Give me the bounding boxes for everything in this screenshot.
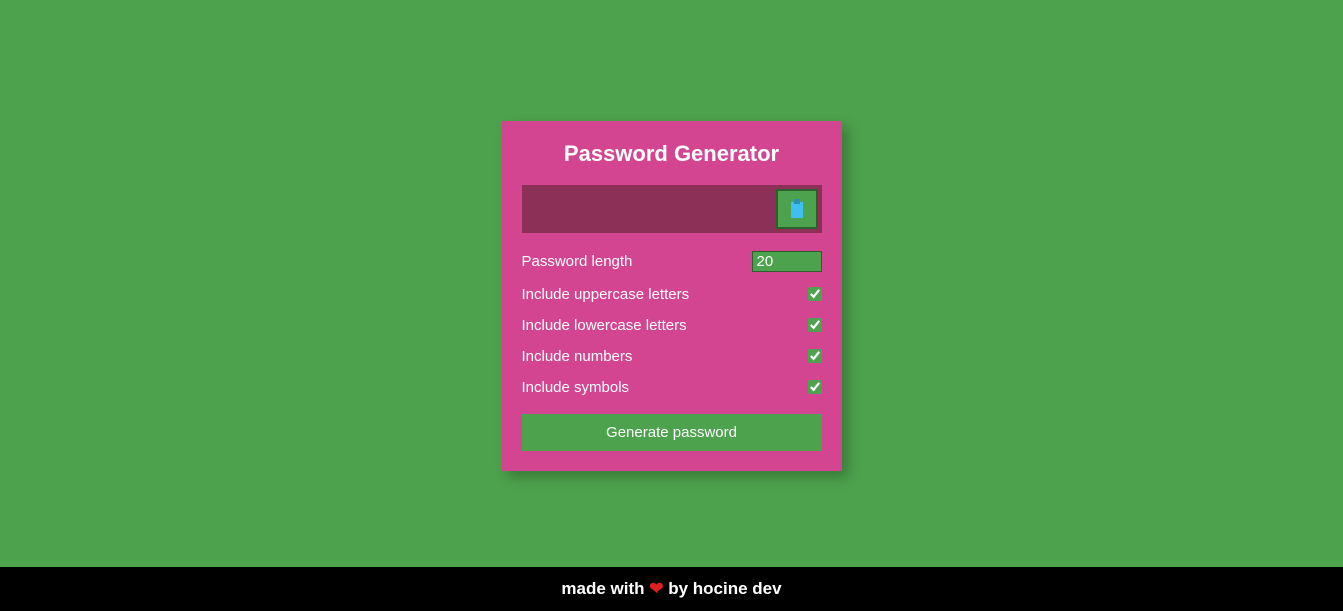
footer-suffix: by hocine dev (664, 579, 782, 598)
copy-button[interactable] (776, 189, 818, 229)
lowercase-checkbox[interactable] (808, 318, 822, 332)
page-title: Password Generator (522, 141, 822, 167)
numbers-label: Include numbers (522, 348, 633, 365)
uppercase-row: Include uppercase letters (522, 286, 822, 303)
symbols-label: Include symbols (522, 379, 630, 396)
uppercase-checkbox[interactable] (808, 287, 822, 301)
numbers-row: Include numbers (522, 348, 822, 365)
generate-button[interactable]: Generate password (522, 414, 822, 451)
heart-icon: ❤ (649, 579, 663, 598)
numbers-checkbox[interactable] (808, 349, 822, 363)
uppercase-label: Include uppercase letters (522, 286, 690, 303)
clipboard-icon (789, 199, 805, 219)
length-input[interactable] (752, 251, 822, 272)
footer: made with ❤ by hocine dev (0, 567, 1343, 611)
lowercase-row: Include lowercase letters (522, 317, 822, 334)
password-output[interactable] (522, 185, 772, 233)
symbols-row: Include symbols (522, 379, 822, 396)
length-label: Password length (522, 253, 633, 270)
footer-prefix: made with (561, 579, 649, 598)
symbols-checkbox[interactable] (808, 380, 822, 394)
length-row: Password length (522, 251, 822, 272)
lowercase-label: Include lowercase letters (522, 317, 687, 334)
password-generator-card: Password Generator Password length Inclu… (502, 121, 842, 471)
result-row (522, 185, 822, 233)
